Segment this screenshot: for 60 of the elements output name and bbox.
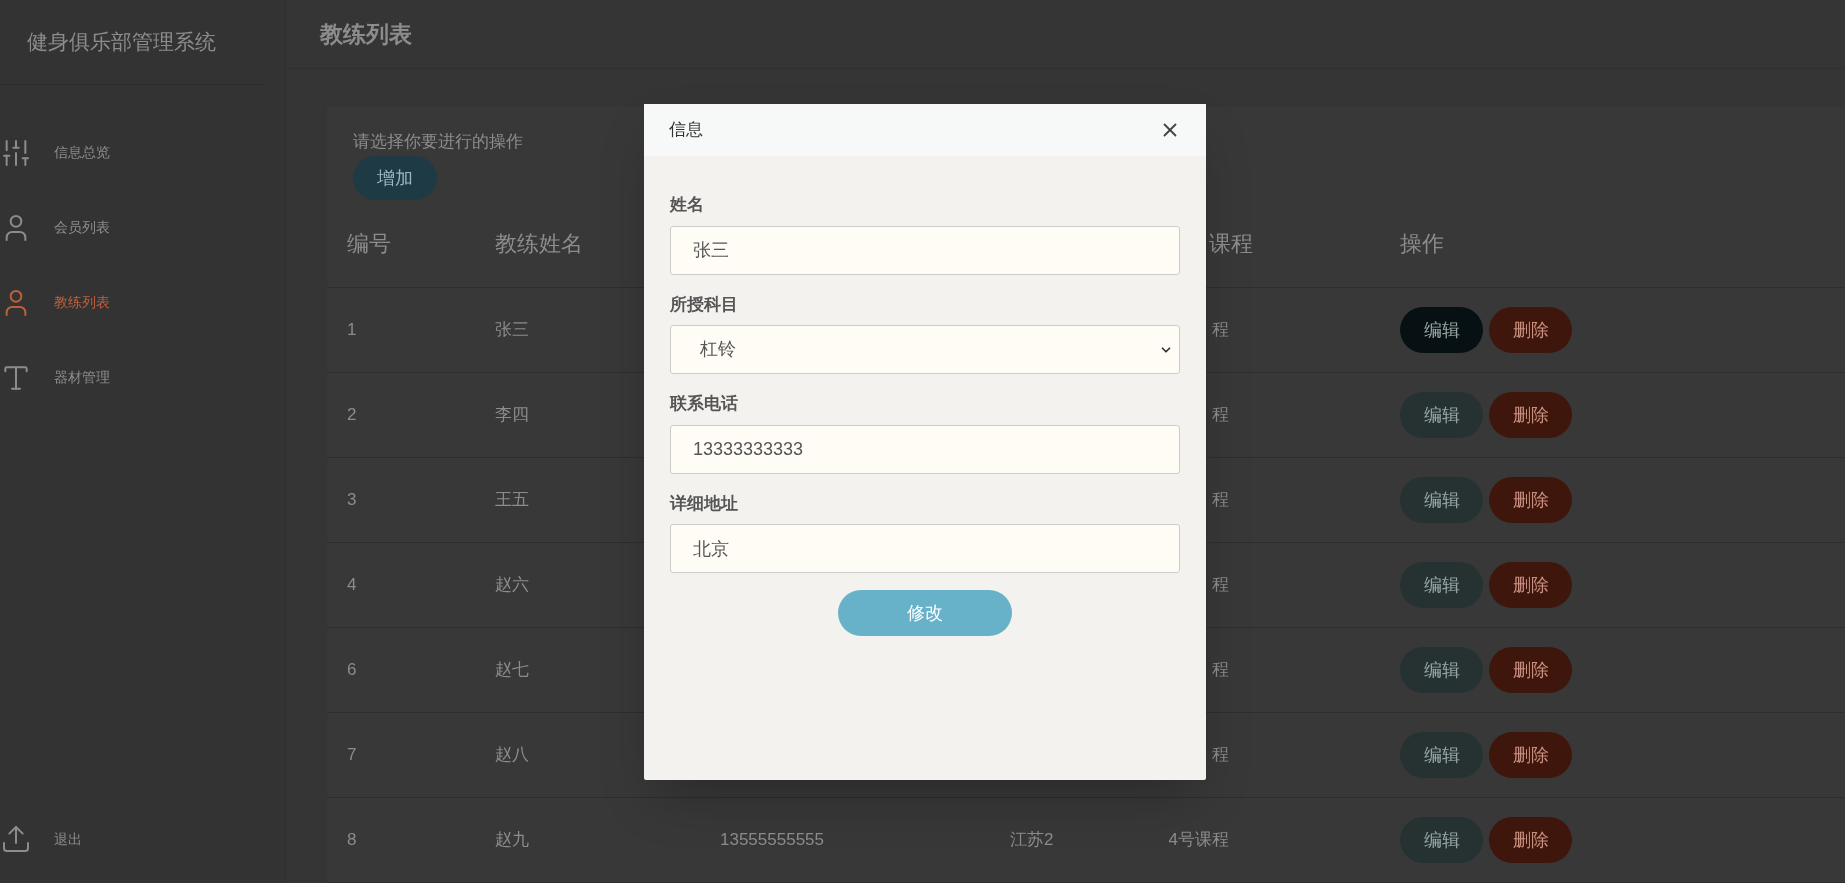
edit-button[interactable]: 编辑 (1400, 817, 1483, 863)
page-title: 教练列表 (320, 19, 412, 49)
edit-button[interactable]: 编辑 (1400, 392, 1483, 438)
table-cell-text: 7 (347, 744, 357, 767)
delete-button[interactable]: 删除 (1489, 392, 1572, 438)
delete-button[interactable]: 删除 (1489, 647, 1572, 693)
field-label: 联系电话 (670, 393, 739, 415)
delete-button[interactable]: 删除 (1489, 562, 1572, 608)
table-cell-text: 4号课程 (1168, 829, 1230, 852)
column-header: 编号 (347, 230, 391, 258)
table-cell-text: 李四 (495, 404, 529, 427)
table-cell-text: 13555555555 (720, 829, 824, 852)
table-cell-text: 程 (1212, 404, 1230, 427)
modal-title: 信息 (669, 119, 703, 142)
table-cell-text: 张三 (495, 319, 529, 342)
sidebar-item[interactable]: 器材管理 (0, 360, 285, 395)
column-header: 课程 (1209, 230, 1254, 258)
table-cell-text: 6 (347, 659, 357, 682)
edit-button[interactable]: 编辑 (1400, 647, 1483, 693)
field-label: 所授科目 (670, 293, 739, 316)
text-input[interactable]: 北京 (670, 524, 1180, 573)
table-cell-text: 程 (1212, 319, 1230, 342)
table-cell-text: 赵八 (495, 744, 529, 767)
delete-button[interactable]: 删除 (1489, 477, 1572, 523)
delete-button[interactable]: 删除 (1489, 732, 1572, 778)
table-cell-text: 8 (347, 829, 357, 852)
table-cell-text: 程 (1212, 574, 1230, 597)
table-cell-text: 程 (1212, 489, 1230, 512)
sidebar-item[interactable]: 教练列表 (0, 285, 285, 320)
table-cell-text: 4 (347, 574, 357, 597)
table-cell-text: 江苏2 (1010, 829, 1054, 852)
field-label: 姓名 (670, 194, 705, 216)
table-cell-text: 赵七 (495, 659, 529, 682)
edit-button[interactable]: 编辑 (1400, 562, 1483, 608)
text-input[interactable]: 13333333333 (670, 424, 1180, 474)
sidebar-item[interactable]: 信息总览 (0, 135, 285, 170)
table-cell-text: 3 (347, 489, 357, 512)
upload-icon (0, 823, 32, 855)
table-cell-text: 程 (1212, 659, 1230, 682)
add-button[interactable]: 增加 (353, 156, 437, 200)
edit-button[interactable]: 编辑 (1400, 307, 1483, 353)
text-input[interactable]: 张三 (670, 225, 1180, 275)
table-cell-text: 2 (347, 404, 357, 427)
logout-link[interactable]: 退出 (0, 823, 285, 855)
delete-button[interactable]: 删除 (1489, 817, 1572, 863)
column-header: 操作 (1400, 230, 1444, 258)
table-cell-text: 王五 (495, 489, 529, 512)
delete-button[interactable]: 删除 (1489, 307, 1572, 353)
table-cell-text: 1 (347, 319, 357, 342)
sidebar-item[interactable]: 会员列表 (0, 210, 285, 245)
edit-button[interactable]: 编辑 (1400, 732, 1483, 778)
prompt-text: 请选择你要进行的操作 (353, 130, 523, 153)
table-cell-text: 赵九 (495, 829, 529, 852)
edit-button[interactable]: 编辑 (1400, 477, 1483, 523)
column-header: 教练姓名 (495, 230, 583, 258)
subject-select[interactable]: 杠铃 (670, 325, 1180, 374)
app-title: 健身俱乐部管理系统 (27, 29, 216, 56)
field-label: 详细地址 (670, 492, 739, 515)
table-cell-text: 赵六 (495, 574, 529, 597)
table-cell-text: 程 (1212, 744, 1230, 767)
